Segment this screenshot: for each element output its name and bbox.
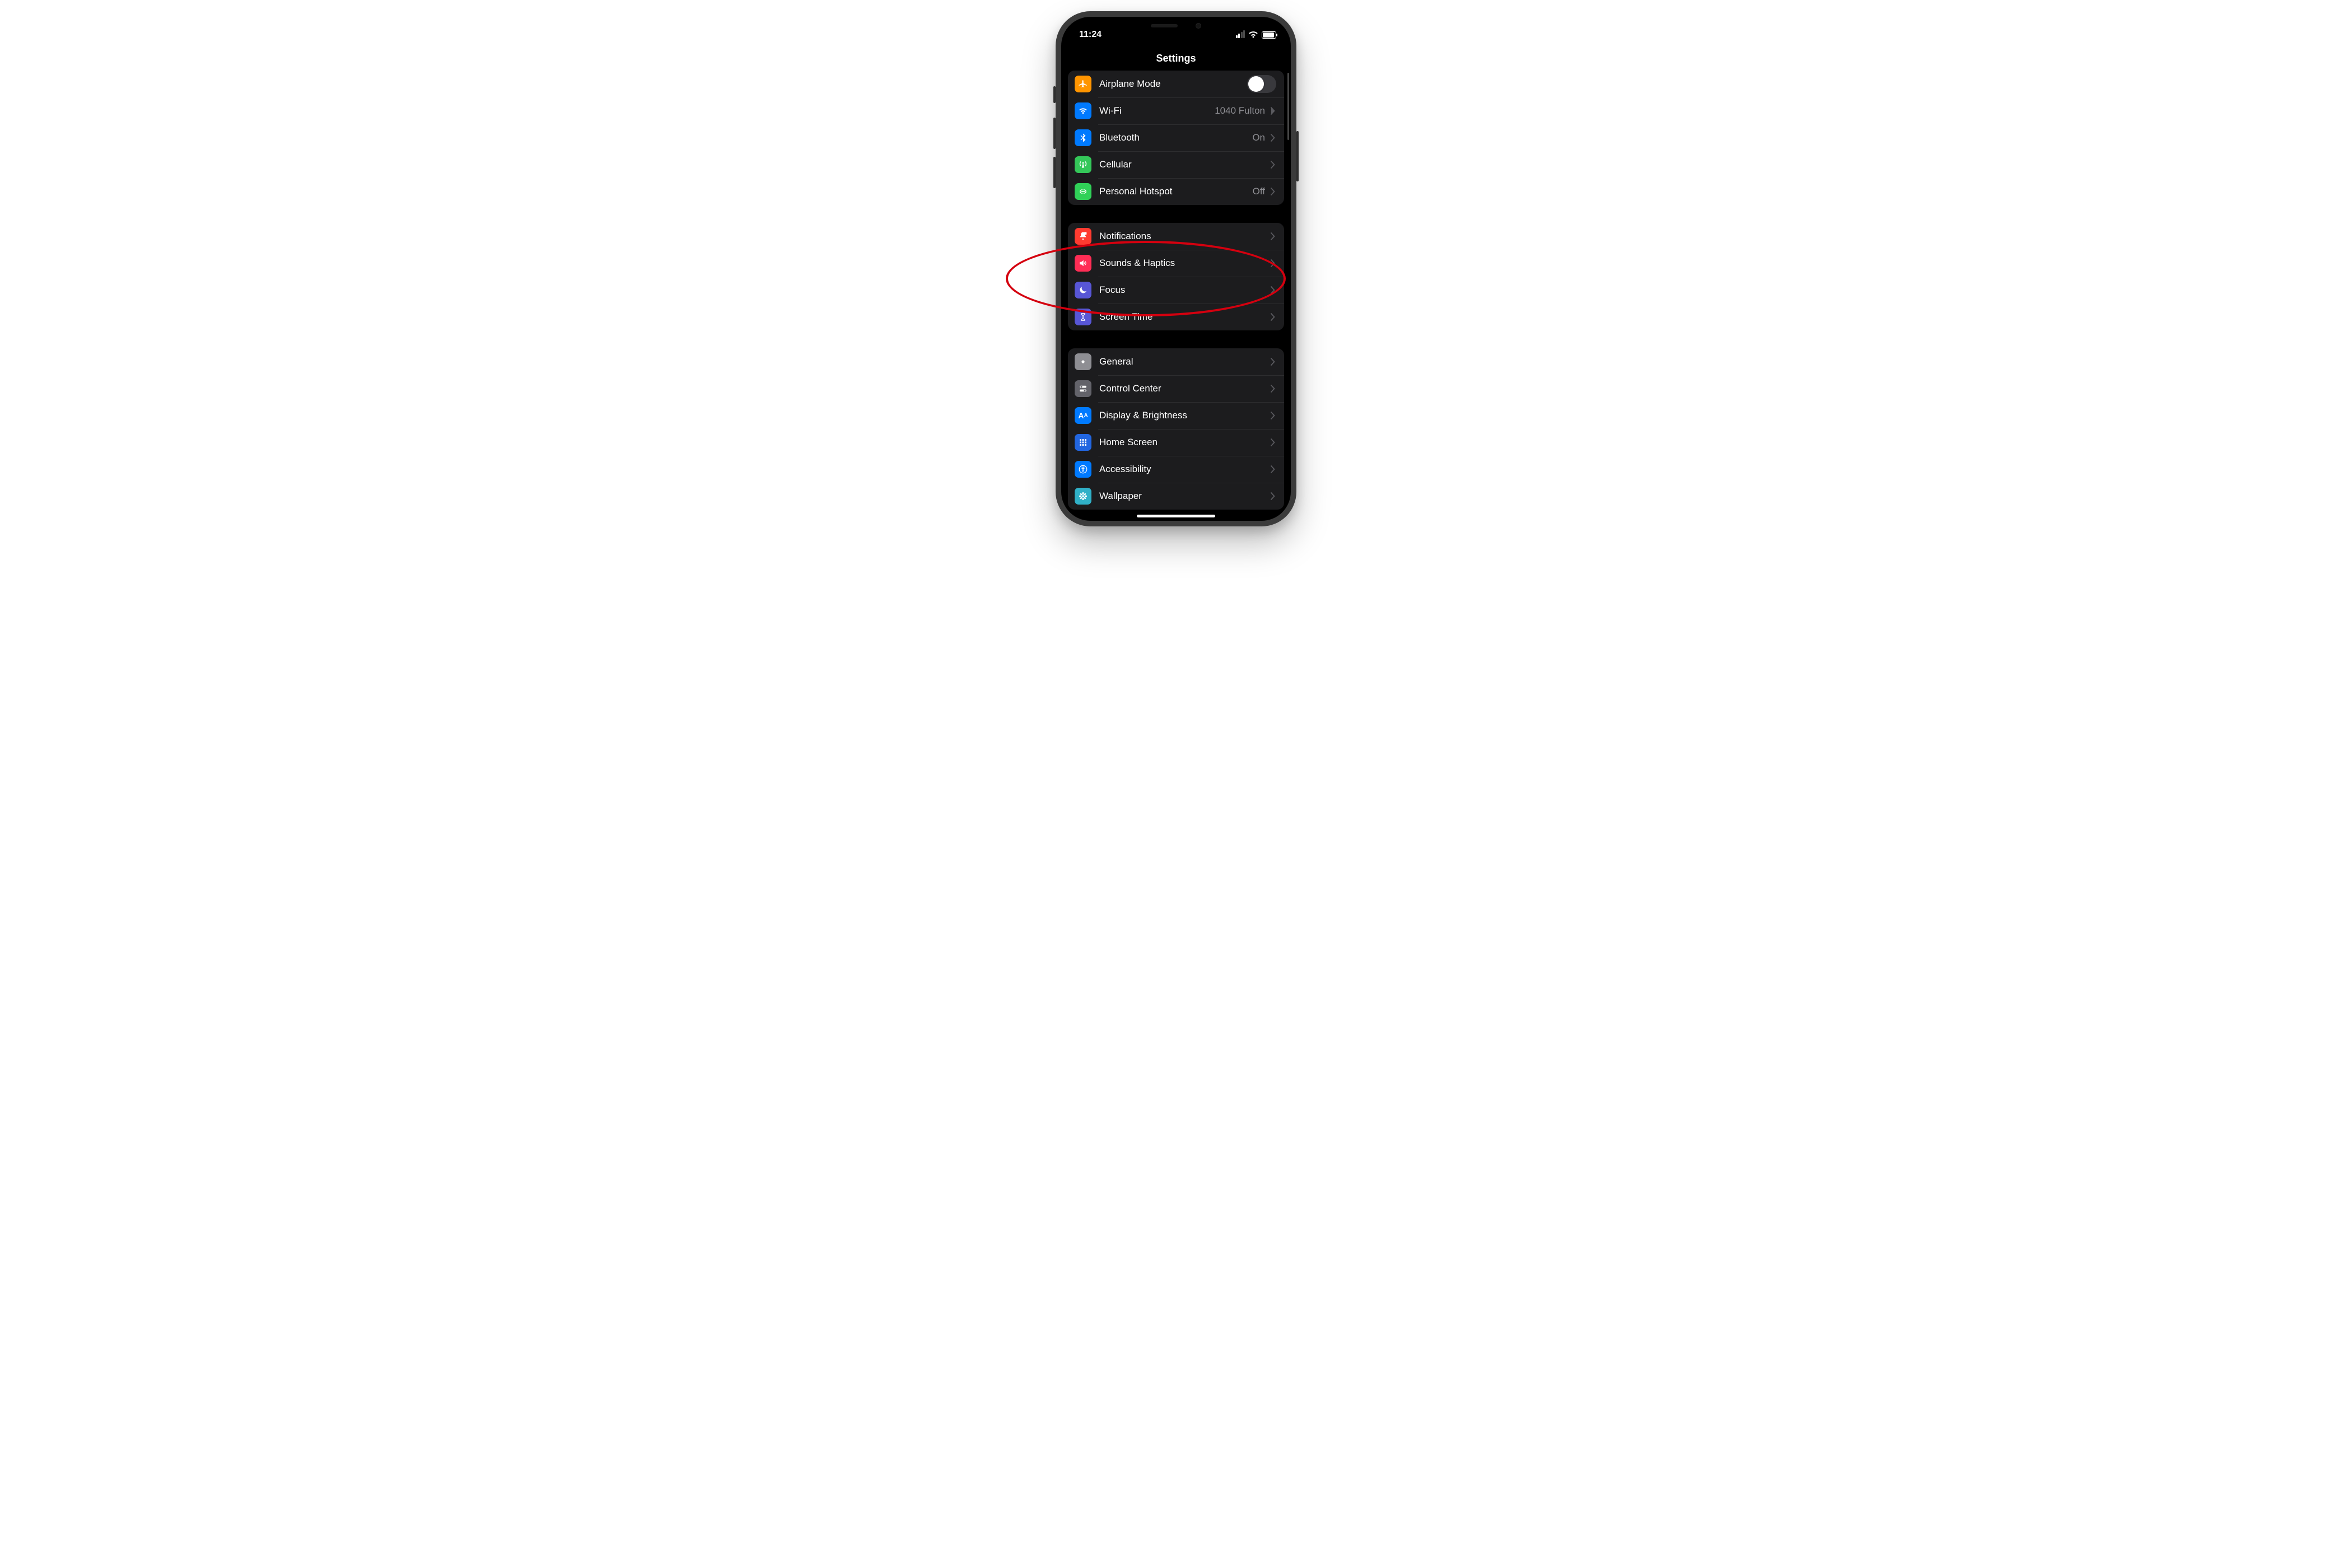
row-label: Airplane Mode xyxy=(1099,78,1247,90)
home-indicator[interactable] xyxy=(1137,515,1215,517)
hotspot-icon xyxy=(1075,183,1091,200)
cellular-signal-icon xyxy=(1236,31,1245,38)
bell-icon xyxy=(1075,228,1091,245)
chevron-right-icon xyxy=(1271,107,1276,115)
row-label: Cellular xyxy=(1099,159,1265,170)
row-accessibility[interactable]: Accessibility xyxy=(1068,456,1284,483)
volume-down-button xyxy=(1053,157,1056,188)
chevron-right-icon xyxy=(1271,313,1276,321)
row-label: Home Screen xyxy=(1099,437,1265,448)
text-size-icon: AA xyxy=(1075,407,1091,424)
row-label: Wallpaper xyxy=(1099,491,1265,502)
row-general[interactable]: General xyxy=(1068,348,1284,375)
row-label: Bluetooth xyxy=(1099,132,1247,143)
flower-icon xyxy=(1075,488,1091,505)
row-label: General xyxy=(1099,356,1265,367)
chevron-right-icon xyxy=(1271,134,1276,142)
row-control-center[interactable]: Control Center xyxy=(1068,375,1284,402)
row-cellular[interactable]: Cellular xyxy=(1068,151,1284,178)
chevron-right-icon xyxy=(1271,438,1276,446)
chevron-right-icon xyxy=(1271,232,1276,240)
phone-frame: 11:24 Settings xyxy=(1056,11,1296,526)
front-camera xyxy=(1196,23,1201,29)
power-button xyxy=(1296,131,1299,181)
row-label: Display & Brightness xyxy=(1099,410,1265,421)
gear-icon xyxy=(1075,353,1091,370)
accessibility-icon xyxy=(1075,461,1091,478)
row-label: Accessibility xyxy=(1099,464,1265,475)
row-home-screen[interactable]: Home Screen xyxy=(1068,429,1284,456)
row-value: 1040 Fulton xyxy=(1215,105,1265,116)
group-system: General Control Center AA xyxy=(1068,348,1284,510)
scroll-indicator xyxy=(1287,73,1289,140)
row-airplane-mode[interactable]: Airplane Mode xyxy=(1068,71,1284,97)
settings-scroll[interactable]: Airplane Mode Wi-Fi 1040 Fulton xyxy=(1061,71,1291,521)
chevron-right-icon xyxy=(1271,286,1276,294)
battery-icon xyxy=(1262,31,1276,39)
screen: 11:24 Settings xyxy=(1061,17,1291,521)
canvas: 11:24 Settings xyxy=(768,0,1584,544)
chevron-right-icon xyxy=(1271,161,1276,169)
chevron-right-icon xyxy=(1271,385,1276,393)
chevron-right-icon xyxy=(1271,259,1276,267)
row-label: Personal Hotspot xyxy=(1099,186,1247,197)
row-label: Notifications xyxy=(1099,231,1265,242)
airplane-icon xyxy=(1075,76,1091,92)
row-label: Sounds & Haptics xyxy=(1099,258,1265,269)
chevron-right-icon xyxy=(1271,492,1276,500)
volume-up-button xyxy=(1053,118,1056,149)
chevron-right-icon xyxy=(1271,188,1276,195)
chevron-right-icon xyxy=(1271,358,1276,366)
antenna-icon xyxy=(1075,156,1091,173)
row-focus[interactable]: Focus xyxy=(1068,277,1284,304)
chevron-right-icon xyxy=(1271,412,1276,419)
row-wallpaper[interactable]: Wallpaper xyxy=(1068,483,1284,510)
status-time: 11:24 xyxy=(1079,30,1102,40)
mute-switch xyxy=(1053,86,1056,103)
page-title: Settings xyxy=(1061,45,1291,70)
wifi-settings-icon xyxy=(1075,102,1091,119)
hourglass-icon xyxy=(1075,309,1091,325)
chevron-right-icon xyxy=(1271,465,1276,473)
status-indicators xyxy=(1236,31,1277,39)
row-label: Control Center xyxy=(1099,383,1265,394)
row-value: Off xyxy=(1253,186,1265,197)
row-personal-hotspot[interactable]: Personal Hotspot Off xyxy=(1068,178,1284,205)
moon-icon xyxy=(1075,282,1091,298)
switches-icon xyxy=(1075,380,1091,397)
group-attention: Notifications Sounds & Haptics xyxy=(1068,223,1284,330)
row-notifications[interactable]: Notifications xyxy=(1068,223,1284,250)
row-screen-time[interactable]: Screen Time xyxy=(1068,304,1284,330)
row-sounds-haptics[interactable]: Sounds & Haptics xyxy=(1068,250,1284,277)
row-display-brightness[interactable]: AA Display & Brightness xyxy=(1068,402,1284,429)
grid-icon xyxy=(1075,434,1091,451)
row-label: Wi-Fi xyxy=(1099,105,1209,116)
airplane-toggle[interactable] xyxy=(1247,75,1276,93)
row-value: On xyxy=(1252,132,1265,143)
wifi-icon xyxy=(1248,31,1258,39)
row-wifi[interactable]: Wi-Fi 1040 Fulton xyxy=(1068,97,1284,124)
speaker-icon xyxy=(1075,255,1091,272)
row-bluetooth[interactable]: Bluetooth On xyxy=(1068,124,1284,151)
row-label: Focus xyxy=(1099,284,1265,296)
row-label: Screen Time xyxy=(1099,311,1265,323)
speaker-grille xyxy=(1151,24,1178,27)
notch xyxy=(1129,17,1223,35)
bluetooth-icon xyxy=(1075,129,1091,146)
group-connectivity: Airplane Mode Wi-Fi 1040 Fulton xyxy=(1068,71,1284,205)
